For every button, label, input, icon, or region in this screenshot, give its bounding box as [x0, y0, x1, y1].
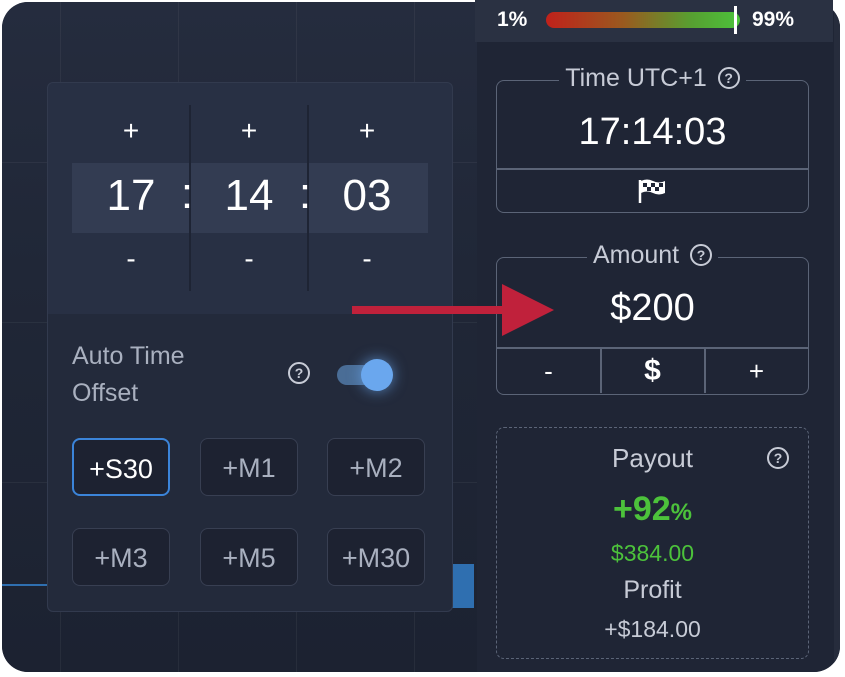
sentiment-bar [546, 12, 740, 28]
offset-option-m3[interactable]: +M3 [72, 528, 170, 586]
auto-time-offset-label: Auto Time Offset [72, 342, 185, 407]
toggle-knob[interactable] [361, 359, 393, 391]
payout-percent: +92% [612, 490, 693, 528]
hours-minus-button[interactable]: - [72, 243, 190, 275]
sentiment-high-label: 99% [752, 8, 795, 31]
annotation-arrow-icon [352, 282, 558, 345]
payout-section: Payout ? +92% $384.00 Profit +$184.00 [496, 427, 809, 659]
sentiment-marker [734, 6, 737, 34]
help-icon[interactable]: ? [717, 67, 740, 89]
minutes-minus-button[interactable]: - [190, 243, 308, 275]
help-icon[interactable]: ? [288, 362, 310, 384]
sentiment-low-label: 1% [497, 8, 528, 31]
amount-plus-button[interactable]: + [705, 349, 808, 393]
amount-legend-label: Amount [592, 241, 680, 269]
time-value[interactable]: 17:14:03 [497, 111, 808, 154]
seconds-plus-button[interactable]: + [308, 115, 426, 147]
offset-option-s30[interactable]: +S30 [72, 438, 170, 496]
flag-icon[interactable] [637, 177, 667, 210]
offset-option-m5[interactable]: +M5 [200, 528, 298, 586]
seconds-minus-button[interactable]: - [308, 243, 426, 275]
offset-option-m1[interactable]: +M1 [200, 438, 298, 496]
payout-amount: $384.00 [610, 540, 695, 566]
minutes-plus-button[interactable]: + [190, 115, 308, 147]
hours-value[interactable]: 17 [72, 171, 190, 221]
time-legend-label: Time UTC+1 [565, 64, 707, 92]
amount-minus-button[interactable]: - [497, 349, 600, 393]
offset-option-m2[interactable]: +M2 [327, 438, 425, 496]
profit-label: Profit [623, 576, 682, 604]
amount-legend: Amount ? [497, 241, 808, 270]
time-section: Time UTC+1 ? 17:14:03 [496, 64, 809, 213]
minutes-value[interactable]: 14 [190, 171, 308, 221]
offset-option-m30[interactable]: +M30 [327, 528, 425, 586]
hours-plus-button[interactable]: + [72, 115, 190, 147]
help-icon[interactable]: ? [767, 447, 789, 469]
help-icon[interactable]: ? [690, 244, 713, 266]
time-picker-popup: + + + 17 : 14 : 03 - - - Auto Time Offse… [47, 82, 453, 612]
currency-button[interactable]: $ [601, 349, 704, 393]
seconds-value[interactable]: 03 [308, 171, 426, 221]
panel-edge [834, 2, 840, 672]
time-legend: Time UTC+1 ? [497, 64, 808, 93]
payout-label: Payout [612, 443, 693, 473]
profit-value: +$184.00 [604, 616, 701, 642]
